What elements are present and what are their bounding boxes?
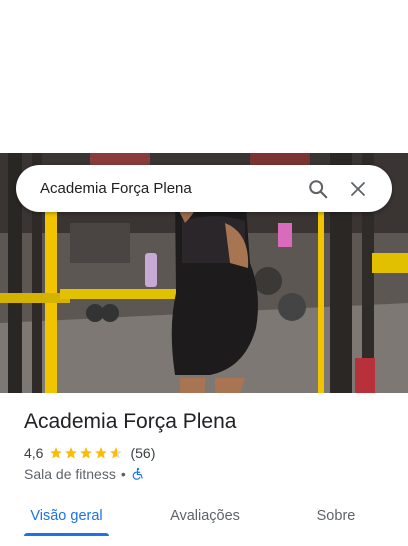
place-category: Sala de fitness	[24, 466, 116, 482]
rating-value: 4,6	[24, 445, 44, 461]
review-count: (56)	[130, 445, 156, 461]
search-bar[interactable]: Academia Força Plena	[16, 165, 392, 212]
place-title: Academia Força Plena	[24, 410, 237, 433]
tab-overview[interactable]: Visão geral	[24, 496, 109, 536]
rating-row[interactable]: 4,6 (56)	[24, 445, 155, 461]
search-input[interactable]: Academia Força Plena	[40, 180, 298, 197]
separator-dot: •	[120, 466, 126, 482]
star-icon	[50, 447, 63, 459]
category-row: Sala de fitness •	[24, 466, 145, 482]
maps-place-screen: Academia Força Plena Academia Força Plen…	[0, 0, 408, 546]
half-star-icon	[110, 447, 123, 459]
star-icon	[65, 447, 78, 459]
tab-reviews[interactable]: Avaliações	[160, 496, 250, 536]
star-icon	[80, 447, 93, 459]
active-tab-indicator	[24, 533, 109, 536]
place-info-panel: Academia Força Plena 4,6 (56) Sala de fi…	[0, 393, 408, 546]
star-rating	[49, 446, 124, 460]
close-icon[interactable]	[338, 169, 378, 209]
wheelchair-icon	[132, 467, 143, 480]
tab-about[interactable]: Sobre	[300, 496, 372, 536]
map-area[interactable]	[0, 0, 408, 153]
star-icon	[95, 447, 108, 459]
search-icon[interactable]	[298, 169, 338, 209]
place-tabs: Visão geral Avaliações Sobre	[0, 496, 408, 536]
